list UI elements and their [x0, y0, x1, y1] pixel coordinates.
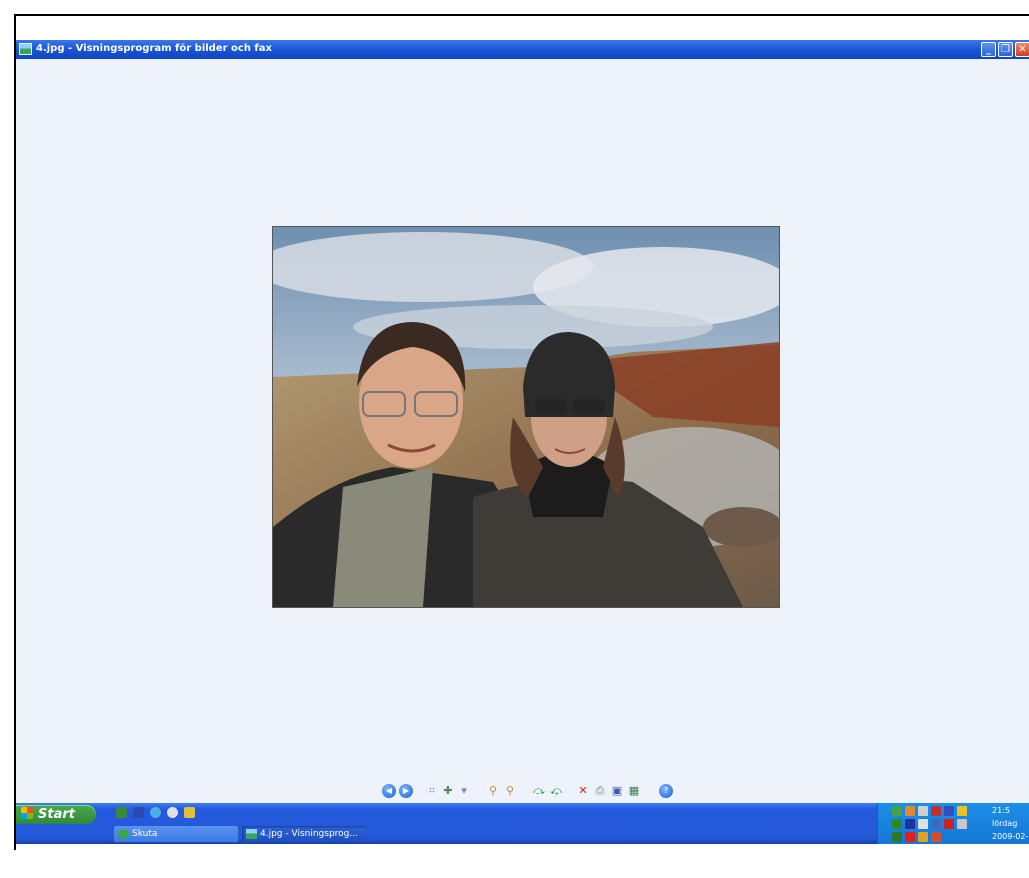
restore-button[interactable]: ❐: [998, 42, 1013, 57]
displayed-photo: [272, 226, 780, 608]
clock-time[interactable]: 21:5: [992, 806, 1010, 815]
tray-calendar-icon[interactable]: [892, 832, 902, 842]
start-label: Start: [38, 807, 75, 822]
window-titlebar[interactable]: 4.jpg - Visningsprogram för bilder och f…: [16, 40, 1029, 59]
actual-size-icon[interactable]: ✚: [441, 784, 455, 798]
start-button[interactable]: Start: [16, 805, 96, 824]
window-title: 4.jpg - Visningsprogram för bilder och f…: [36, 43, 272, 54]
tray-sync-icon[interactable]: [931, 819, 941, 829]
clock-date[interactable]: 2009-02-10: [992, 832, 1029, 841]
tray-update-icon[interactable]: [905, 806, 915, 816]
previous-image-icon[interactable]: ◀: [382, 784, 396, 798]
tray-folder-icon[interactable]: [957, 806, 967, 816]
tray-messenger-icon[interactable]: [892, 819, 902, 829]
tray-firefox-icon[interactable]: [931, 832, 941, 842]
system-tray: 21:5 lördag 2009-02-10: [877, 803, 1029, 844]
image-viewer-area: ◀ ▶ ⌗ ✚ ▾ ⚲ ⚲ ⤼ ⤽ ✕ ⎙ ▣ ▦ ?: [16, 59, 1029, 803]
taskbar: Start Skuta 4.jpg - Visningsprog... 21:5…: [16, 803, 1029, 844]
tray-document-icon[interactable]: [918, 806, 928, 816]
clock-day[interactable]: lördag: [992, 819, 1017, 828]
open-editor-icon[interactable]: ▦: [627, 784, 641, 798]
photo-image: [273, 227, 779, 607]
tray-tool-icon[interactable]: [918, 832, 928, 842]
print-icon[interactable]: ⎙: [593, 784, 607, 798]
tray-app-icon[interactable]: [944, 806, 954, 816]
task-2-label: 4.jpg - Visningsprog...: [260, 829, 358, 839]
screen-frame: 4.jpg - Visningsprogram för bilder och f…: [14, 14, 1029, 850]
tray-security-icon[interactable]: [931, 806, 941, 816]
copy-to-icon[interactable]: ▣: [610, 784, 624, 798]
task-button-image-viewer[interactable]: 4.jpg - Visningsprog...: [242, 826, 366, 842]
tray-n-icon[interactable]: [905, 832, 915, 842]
rotate-counterclockwise-icon[interactable]: ⤽: [549, 784, 563, 798]
quicklaunch-word-icon[interactable]: [133, 807, 144, 818]
quicklaunch-excel-icon[interactable]: [116, 807, 127, 818]
image-viewer-task-icon: [246, 829, 257, 839]
windows-logo-icon: [21, 807, 33, 819]
viewer-toolbar: ◀ ▶ ⌗ ✚ ▾ ⚲ ⚲ ⤼ ⤽ ✕ ⎙ ▣ ▦ ?: [16, 784, 1029, 800]
tray-display-icon[interactable]: [905, 819, 915, 829]
zoom-in-icon[interactable]: ⚲: [486, 784, 500, 798]
delete-icon[interactable]: ✕: [576, 784, 590, 798]
task-1-label: Skuta: [132, 829, 158, 839]
help-icon[interactable]: ?: [659, 784, 673, 798]
tray-m-icon[interactable]: [944, 819, 954, 829]
tray-monitor-icon[interactable]: [957, 819, 967, 829]
task-button-skuta[interactable]: Skuta: [114, 826, 238, 842]
close-button[interactable]: ✕: [1015, 42, 1029, 57]
minimize-button[interactable]: _: [981, 42, 996, 57]
quicklaunch-ie-icon[interactable]: [150, 807, 161, 818]
quicklaunch-media-icon[interactable]: [167, 807, 178, 818]
best-fit-icon[interactable]: ⌗: [425, 784, 439, 798]
next-image-icon[interactable]: ▶: [399, 784, 413, 798]
rotate-clockwise-icon[interactable]: ⤼: [532, 784, 546, 798]
tray-network-icon[interactable]: [892, 806, 902, 816]
slideshow-icon[interactable]: ▾: [457, 784, 471, 798]
zoom-out-icon[interactable]: ⚲: [503, 784, 517, 798]
quicklaunch-folder-icon[interactable]: [184, 807, 195, 818]
image-viewer-app-icon: [19, 43, 32, 55]
tray-volume-icon[interactable]: [918, 819, 928, 829]
skuta-app-icon: [118, 829, 129, 839]
